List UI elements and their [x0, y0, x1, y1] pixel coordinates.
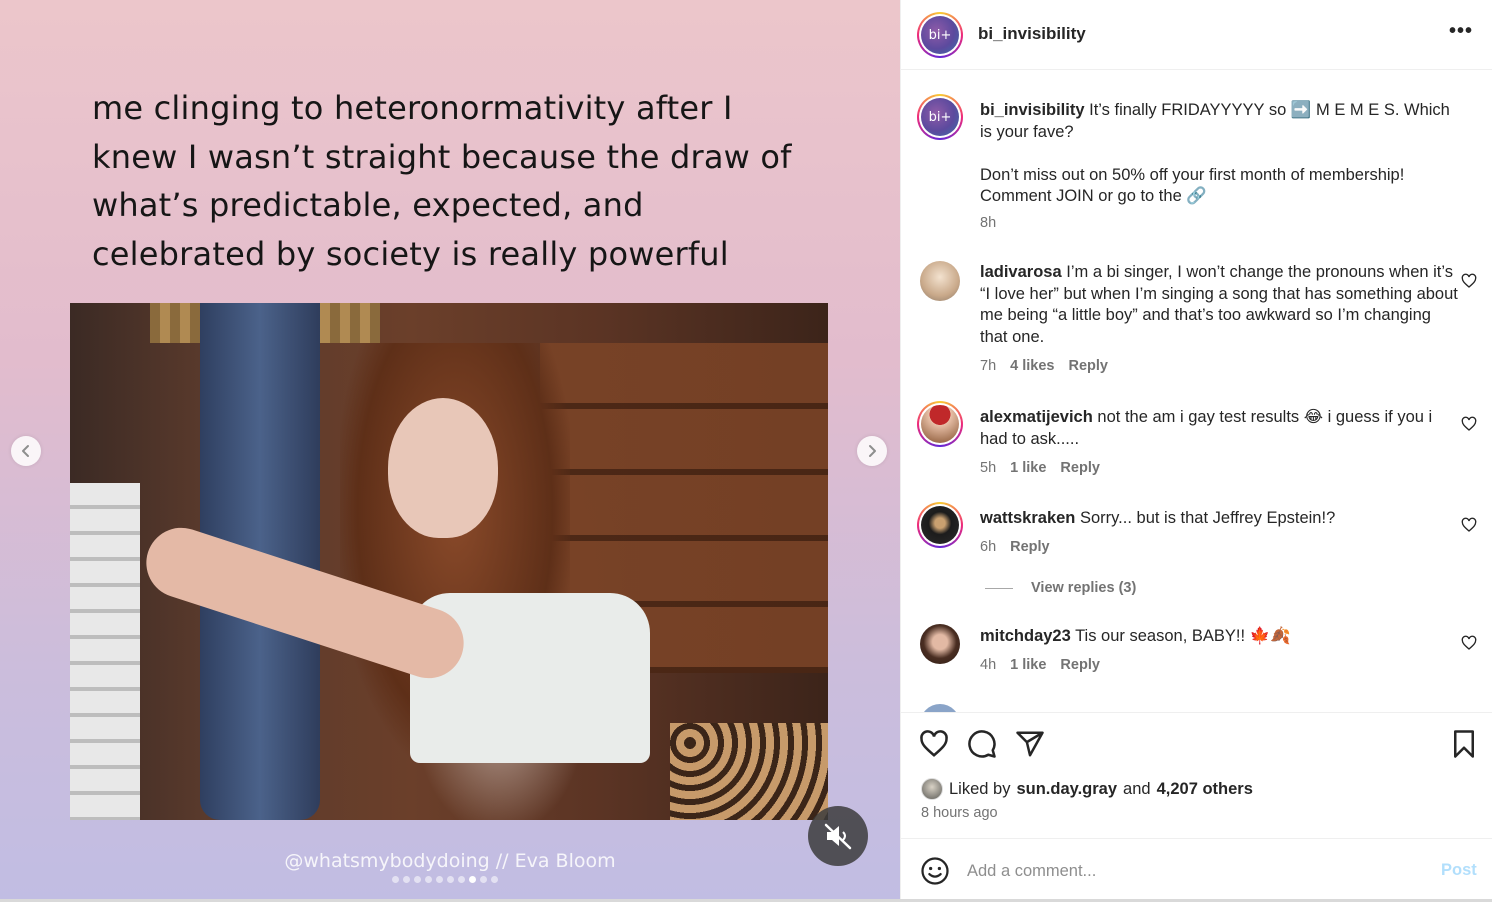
commenter-avatar[interactable]	[920, 704, 960, 712]
carousel-dot	[436, 876, 443, 883]
commenter-avatar[interactable]	[917, 401, 963, 447]
post-time: 8 hours ago	[921, 805, 998, 821]
comment-text: alexmatijevich not the am i gay test res…	[980, 408, 1433, 448]
comment-meta: 5h 1 like Reply	[980, 460, 1100, 476]
comment-username[interactable]: wattskraken	[980, 509, 1075, 527]
commenter-avatar[interactable]	[917, 502, 963, 548]
comments-list: bi+ bi_invisibility It’s finally FRIDAYY…	[901, 71, 1492, 712]
previous-slide-button[interactable]	[11, 436, 41, 466]
chevron-right-icon	[869, 445, 876, 457]
comment-meta: 7h 4 likes Reply	[980, 358, 1108, 374]
caption-text-2: Don’t miss out on 50% off your first mon…	[980, 165, 1405, 206]
comment-input[interactable]	[967, 857, 1407, 885]
carousel-dot	[392, 876, 399, 883]
post-photo	[70, 303, 828, 820]
meme-caption-text: me clinging to heteronormativity after I…	[92, 89, 792, 273]
liker-avatar[interactable]	[921, 778, 943, 800]
paper-plane-icon[interactable]	[1015, 729, 1045, 759]
carousel-dot	[425, 876, 432, 883]
caption-avatar[interactable]: bi+	[917, 94, 963, 140]
caption-meta: 8h	[980, 215, 996, 231]
photo-skirt	[670, 723, 828, 820]
author-avatar[interactable]: bi+	[917, 12, 963, 58]
comment-likes[interactable]: 4 likes	[1010, 358, 1054, 374]
smiley-icon[interactable]	[920, 856, 950, 886]
photo-face	[388, 398, 498, 538]
reply-button[interactable]: Reply	[1060, 657, 1100, 673]
speaker-muted-icon	[824, 823, 852, 850]
carousel-dot	[480, 876, 487, 883]
view-replies-button[interactable]: View replies (3)	[985, 580, 1136, 596]
carousel-dot	[458, 876, 465, 883]
comment-username[interactable]: ladivarosa	[980, 263, 1062, 281]
bi-logo: bi+	[921, 16, 959, 54]
caption-username[interactable]: bi_invisibility	[980, 101, 1085, 119]
comment-likes[interactable]: 1 like	[1010, 657, 1046, 673]
post-sidebar: bi+ bi_invisibility ••• bi+ bi_invisibil…	[900, 0, 1492, 900]
comment-like-icon[interactable]	[1461, 517, 1477, 533]
comment-meta: 4h 1 like Reply	[980, 657, 1100, 673]
carousel-dot	[414, 876, 421, 883]
post-media: me clinging to heteronormativity after I…	[0, 0, 900, 900]
bookmark-icon[interactable]	[1449, 729, 1479, 759]
heart-icon[interactable]	[919, 729, 949, 759]
more-options-button[interactable]: •••	[1449, 20, 1473, 43]
bi-logo: bi+	[921, 98, 959, 136]
post-comment-button[interactable]: Post	[1441, 861, 1477, 880]
comment-time: 4h	[980, 657, 997, 673]
replies-divider	[985, 587, 1013, 589]
comment-like-icon[interactable]	[1461, 635, 1477, 651]
others-count[interactable]: 4,207 others	[1157, 780, 1253, 799]
carousel-dots	[392, 876, 498, 883]
post-actions	[901, 712, 1492, 772]
comment-bubble-icon[interactable]	[967, 729, 997, 759]
commenter-avatar[interactable]	[920, 261, 960, 301]
next-slide-button[interactable]	[857, 436, 887, 466]
comment-text: mitchday23 Tis our season, BABY!! 🍁🍂	[980, 627, 1291, 645]
caption-text: bi_invisibility It’s finally FRIDAYYYYY …	[980, 100, 1460, 208]
caption-time: 8h	[980, 215, 997, 231]
mute-toggle-button[interactable]	[808, 806, 868, 866]
comment-time: 5h	[980, 460, 997, 476]
comment-text: wattskraken Sorry... but is that Jeffrey…	[980, 509, 1336, 527]
photo-hamper	[70, 483, 140, 820]
carousel-dot	[447, 876, 454, 883]
comment-like-icon[interactable]	[1461, 416, 1477, 432]
comment-time: 7h	[980, 358, 997, 374]
reply-button[interactable]: Reply	[1068, 358, 1108, 374]
carousel-dot	[491, 876, 498, 883]
author-username[interactable]: bi_invisibility	[978, 24, 1086, 44]
post-header: bi+ bi_invisibility •••	[901, 0, 1492, 70]
comment-meta: 6h Reply	[980, 539, 1050, 555]
likes-summary: Liked by sun.day.gray and 4,207 others	[921, 778, 1253, 800]
reply-button[interactable]: Reply	[1060, 460, 1100, 476]
commenter-avatar[interactable]	[920, 624, 960, 664]
photo-credit: @whatsmybodydoing // Eva Bloom	[284, 850, 616, 872]
carousel-dot	[403, 876, 410, 883]
liker-username[interactable]: sun.day.gray	[1016, 780, 1117, 799]
comment-username[interactable]: alexmatijevich	[980, 408, 1093, 426]
chevron-left-icon	[22, 445, 29, 457]
comment-username[interactable]: mitchday23	[980, 627, 1071, 645]
comment-text: ladivarosa I’m a bi singer, I won’t chan…	[980, 263, 1458, 346]
add-comment-bar: Post	[901, 838, 1492, 900]
reply-button[interactable]: Reply	[1010, 539, 1050, 555]
comment-likes[interactable]: 1 like	[1010, 460, 1046, 476]
comment-like-icon[interactable]	[1461, 273, 1477, 289]
comment-time: 6h	[980, 539, 997, 555]
carousel-dot-active	[469, 876, 476, 883]
